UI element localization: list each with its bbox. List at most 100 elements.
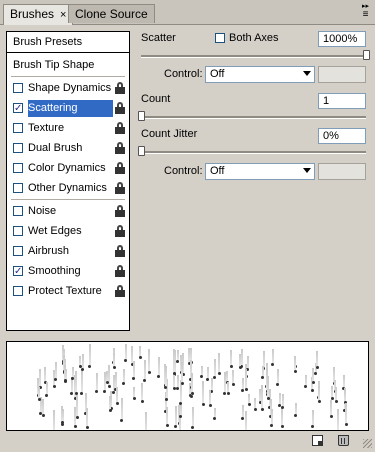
lock-icon[interactable]: [115, 122, 125, 134]
option-checkbox[interactable]: [13, 286, 23, 296]
brush-option-protect-texture[interactable]: Protect Texture: [7, 283, 129, 300]
brush-dab-mark: [344, 422, 348, 426]
option-checkbox[interactable]: ✓: [13, 103, 23, 114]
option-label: Noise: [28, 205, 57, 217]
brush-dab-mark: [54, 377, 58, 381]
brush-dab-mark: [314, 371, 318, 375]
brush-dab-mark: [226, 391, 230, 395]
option-checkbox[interactable]: [13, 163, 23, 173]
flyout-menu-glyph: ≡: [362, 9, 369, 20]
option-checkbox[interactable]: [13, 123, 23, 133]
count-value-field[interactable]: 1: [318, 93, 366, 109]
brush-option-scattering[interactable]: ✓ Scattering: [7, 100, 129, 117]
brush-stroke-mark: [173, 349, 176, 373]
lock-icon[interactable]: [115, 102, 125, 114]
brush-dab-mark: [88, 364, 92, 368]
lock-icon[interactable]: [115, 182, 125, 194]
option-checkbox[interactable]: [13, 183, 23, 193]
brush-option-texture[interactable]: Texture: [7, 120, 129, 137]
option-label: Other Dynamics: [28, 182, 107, 194]
scatter-label: Scatter: [141, 32, 176, 44]
option-checkbox[interactable]: [13, 83, 23, 93]
lock-icon[interactable]: [115, 285, 125, 297]
brush-dab-mark: [315, 366, 319, 369]
tab-brushes[interactable]: Brushes ×: [3, 4, 74, 25]
both-axes-checkbox[interactable]: [215, 33, 225, 43]
brush-stroke-mark: [81, 354, 84, 369]
close-icon[interactable]: ×: [60, 9, 66, 21]
brush-stroke-mark: [75, 371, 78, 393]
brush-option-noise[interactable]: Noise: [7, 203, 129, 220]
brush-option-other-dynamics[interactable]: Other Dynamics: [7, 180, 129, 197]
brush-dab-mark: [276, 382, 280, 386]
brush-option-dual-brush[interactable]: Dual Brush: [7, 140, 129, 157]
count-jitter-control-dropdown[interactable]: Off: [205, 163, 315, 180]
brush-dab-mark: [108, 409, 112, 413]
brush-option-smoothing[interactable]: ✓ Smoothing: [7, 263, 129, 280]
brush-dab-mark: [41, 414, 45, 418]
new-brush-icon[interactable]: [312, 435, 323, 446]
resize-grip-icon[interactable]: [363, 439, 372, 448]
lock-icon[interactable]: [115, 225, 125, 237]
brush-dab-mark: [147, 370, 151, 374]
brush-option-color-dynamics[interactable]: Color Dynamics: [7, 160, 129, 177]
brush-dab-mark: [241, 417, 245, 421]
option-checkbox[interactable]: [13, 206, 23, 216]
brush-stroke-mark: [267, 380, 270, 399]
flyout-menu-icon[interactable]: ▸▸ ≡: [362, 3, 369, 20]
brush-dab-mark: [120, 418, 124, 422]
brush-stroke-mark: [337, 408, 340, 430]
count-jitter-control-value: Off: [210, 165, 225, 177]
lock-icon[interactable]: [115, 205, 125, 217]
brush-dab-mark: [330, 396, 334, 400]
option-checkbox[interactable]: [13, 226, 23, 236]
brush-dab-mark: [190, 391, 194, 395]
brush-stroke-mark: [241, 378, 244, 390]
lock-icon[interactable]: [115, 265, 125, 277]
count-jitter-slider-track[interactable]: [141, 151, 366, 154]
brush-stroke-mark: [261, 385, 264, 409]
brush-dab-mark: [73, 425, 77, 429]
lock-icon[interactable]: [115, 162, 125, 174]
brush-stroke-mark: [141, 382, 144, 401]
brush-stroke-mark: [122, 368, 125, 384]
brush-tip-shape-item[interactable]: Brush Tip Shape: [7, 57, 129, 74]
scatter-slider-thumb[interactable]: [363, 50, 370, 60]
brush-option-wet-edges[interactable]: Wet Edges: [7, 223, 129, 240]
lock-icon[interactable]: [115, 82, 125, 94]
trash-icon[interactable]: [338, 435, 349, 446]
brush-dab-mark: [112, 366, 116, 370]
brush-stroke-mark: [318, 385, 321, 402]
count-slider-thumb[interactable]: [138, 111, 145, 121]
brush-dab-mark: [165, 423, 169, 427]
brush-stroke-mark: [281, 408, 284, 426]
brush-dab-mark: [124, 359, 128, 363]
brush-stroke-mark: [61, 408, 64, 423]
option-checkbox[interactable]: [13, 246, 23, 256]
option-checkbox[interactable]: [13, 143, 23, 153]
scatter-control-dropdown[interactable]: Off: [205, 66, 315, 83]
brush-dab-mark: [241, 388, 245, 392]
tab-clone-source[interactable]: Clone Source: [68, 4, 155, 23]
brush-dab-mark: [217, 372, 221, 376]
brush-option-airbrush[interactable]: Airbrush: [7, 243, 129, 260]
count-jitter-slider-thumb[interactable]: [138, 146, 145, 156]
brush-stroke-mark: [39, 369, 42, 388]
lock-icon[interactable]: [115, 245, 125, 257]
count-slider-track[interactable]: [141, 116, 366, 119]
scatter-value-field[interactable]: 1000%: [318, 31, 366, 47]
count-jitter-value-field[interactable]: 0%: [318, 128, 366, 144]
brush-dab-mark: [280, 424, 284, 428]
brush-dab-mark: [80, 392, 84, 396]
scatter-slider-track[interactable]: [141, 55, 366, 58]
brush-presets-item[interactable]: Brush Presets: [7, 32, 129, 53]
option-checkbox[interactable]: ✓: [13, 266, 23, 277]
brush-dab-mark: [213, 376, 216, 380]
brush-stroke-mark: [144, 412, 147, 430]
brush-stroke-mark: [174, 405, 177, 426]
brush-option-shape-dynamics[interactable]: Shape Dynamics: [7, 80, 129, 97]
brush-dab-mark: [105, 380, 109, 384]
count-jitter-label: Count Jitter: [141, 128, 198, 140]
lock-icon[interactable]: [115, 142, 125, 154]
brush-stroke-mark: [45, 381, 48, 396]
